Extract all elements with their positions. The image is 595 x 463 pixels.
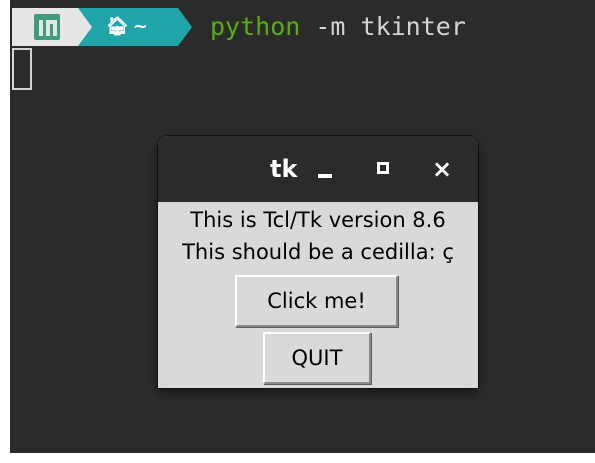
version-label: This is Tcl/Tk version 8.6 — [190, 208, 446, 232]
tk-window[interactable]: tk × This is Tcl/Tk version 8.6 This sho… — [158, 136, 478, 388]
prompt-os-segment — [12, 8, 78, 46]
maximize-icon[interactable] — [370, 154, 398, 184]
minimize-icon[interactable] — [312, 154, 340, 184]
command-name: python — [210, 12, 301, 41]
shell-prompt: 🏠︎ ~ python -m tkinter — [10, 8, 595, 46]
command-line[interactable]: python -m tkinter — [210, 13, 466, 41]
terminal-window[interactable]: 🏠︎ ~ python -m tkinter tk × This is Tcl/T… — [10, 0, 595, 453]
prompt-dir-arrow — [178, 8, 192, 46]
prompt-dir-label: 🏠︎ ~ — [106, 16, 148, 38]
terminal-cursor — [12, 48, 32, 90]
cedilla-label: This should be a cedilla: ç — [182, 240, 454, 264]
command-args: -m tkinter — [300, 12, 466, 41]
home-icon: 🏠︎ — [106, 16, 129, 37]
home-dir-text: ~ — [132, 16, 148, 37]
tk-titlebar[interactable]: tk × — [158, 136, 478, 202]
prompt-os-arrow — [78, 8, 92, 46]
quit-button[interactable]: QUIT — [263, 332, 371, 384]
click-me-button[interactable]: Click me! — [235, 275, 398, 327]
os-logo-icon — [34, 14, 60, 40]
close-icon[interactable]: × — [428, 154, 456, 184]
window-title: tk — [270, 155, 298, 183]
